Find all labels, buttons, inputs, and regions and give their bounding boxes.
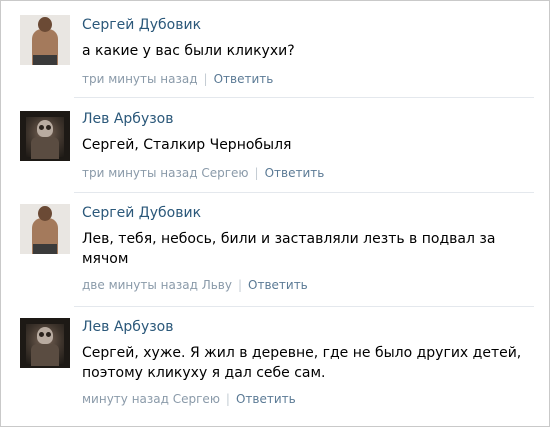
comment-text: Сергей, Сталкир Чернобыля xyxy=(82,137,292,153)
meta-separator: | xyxy=(237,278,243,292)
comment-divider xyxy=(74,306,534,307)
comment-text: Лев, тебя, небось, били и заставляли лез… xyxy=(82,231,496,267)
comment-meta: три минуты назад Сергею | Ответить xyxy=(82,166,324,180)
comment-time[interactable]: три минуты назад xyxy=(82,72,198,86)
comment-divider xyxy=(74,192,534,193)
comment-text: а какие у вас были кликухи? xyxy=(82,43,295,59)
stalker-avatar[interactable] xyxy=(20,111,70,161)
comment-item: Лев Арбузов Сергей, хуже. Я жил в деревн… xyxy=(0,306,550,426)
comment-meta: две минуты назад Льву | Ответить xyxy=(82,278,308,292)
comment-item: Лев Арбузов Сергей, Сталкир Чернобыля тр… xyxy=(0,97,550,197)
comment-item: Сергей Дубовик а какие у вас были кликух… xyxy=(0,0,550,100)
comment-time[interactable]: три минуты назад Сергею xyxy=(82,166,249,180)
author-link[interactable]: Лев Арбузов xyxy=(82,111,174,127)
comment-text: Сергей, хуже. Я жил в деревне, где не бы… xyxy=(82,345,522,381)
author-link[interactable]: Сергей Дубовик xyxy=(82,205,201,221)
comment-item: Сергей Дубовик Лев, тебя, небось, били и… xyxy=(0,192,550,312)
comment-time[interactable]: две минуты назад Льву xyxy=(82,278,232,292)
comment-time[interactable]: минуту назад Сергею xyxy=(82,392,220,406)
reply-link[interactable]: Ответить xyxy=(214,72,274,86)
reply-link[interactable]: Ответить xyxy=(248,278,308,292)
meta-separator: | xyxy=(254,166,259,180)
reply-link[interactable]: Ответить xyxy=(236,392,296,406)
meta-separator: | xyxy=(225,392,230,406)
comment-meta: минуту назад Сергею | Ответить xyxy=(82,392,296,406)
reply-link[interactable]: Ответить xyxy=(265,166,325,180)
shirtless-man-avatar[interactable] xyxy=(20,204,70,254)
author-link[interactable]: Лев Арбузов xyxy=(82,319,174,335)
meta-separator: | xyxy=(203,72,208,86)
comment-divider xyxy=(74,97,534,98)
stalker-avatar[interactable] xyxy=(20,318,70,368)
shirtless-man-avatar[interactable] xyxy=(20,15,70,65)
author-link[interactable]: Сергей Дубовик xyxy=(82,17,201,33)
comment-meta: три минуты назад | Ответить xyxy=(82,72,273,86)
